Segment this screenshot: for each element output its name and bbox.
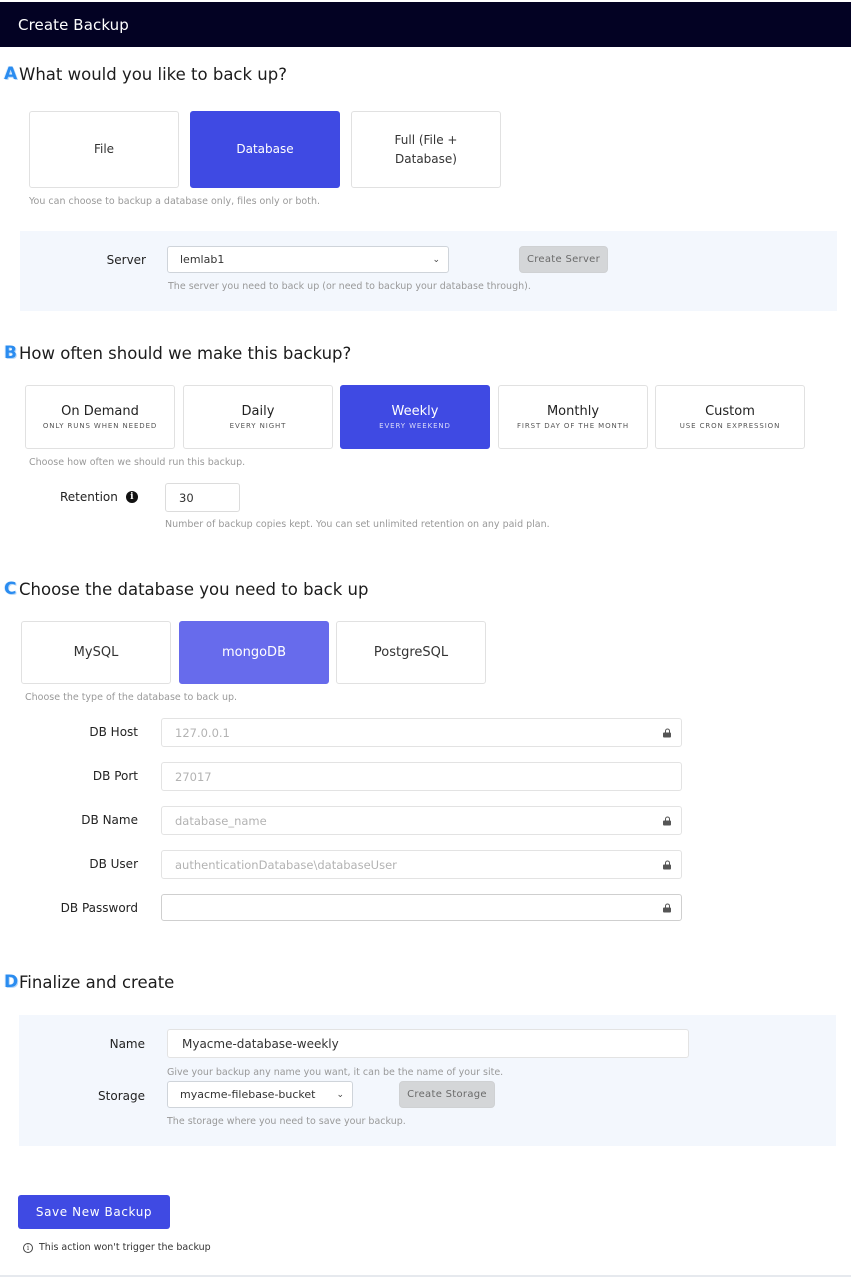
- retention-help: Number of backup copies kept. You can se…: [165, 519, 550, 530]
- db-port-label: DB Port: [92, 769, 138, 783]
- frequency-monthly-sub: FIRST DAY OF THE MONTH: [517, 422, 629, 430]
- db-type-mysql-label: MySQL: [73, 645, 119, 660]
- backup-type-full[interactable]: Full (File + Database): [351, 111, 501, 188]
- section-d-badge: D: [4, 972, 19, 992]
- frequency-weekly[interactable]: Weekly EVERY WEEKEND: [340, 385, 490, 449]
- section-a-badge: A: [4, 64, 18, 84]
- section-c-title: C Choose the database you need to back u…: [4, 579, 368, 599]
- frequency-daily[interactable]: Daily EVERY NIGHT: [183, 385, 333, 449]
- section-d-heading: Finalize and create: [19, 972, 175, 992]
- frequency-daily-label: Daily: [241, 404, 275, 419]
- backup-name-input[interactable]: Myacme-database-weekly: [167, 1029, 689, 1058]
- frequency-custom[interactable]: Custom USE CRON EXPRESSION: [655, 385, 805, 449]
- frequency-on-demand-label: On Demand: [61, 404, 139, 419]
- backup-name-value: Myacme-database-weekly: [182, 1036, 339, 1051]
- frequency-custom-sub: USE CRON EXPRESSION: [679, 422, 781, 430]
- storage-select-value: myacme-filebase-bucket: [180, 1088, 316, 1101]
- action-note-text: This action won't trigger the backup: [39, 1242, 211, 1253]
- section-a-title: A What would you like to back up?: [4, 64, 287, 84]
- db-user-placeholder: authenticationDatabase\databaseUser: [175, 857, 397, 872]
- db-password-input[interactable]: [161, 894, 682, 921]
- db-type-mongodb-label: mongoDB: [222, 645, 286, 660]
- save-new-backup-button[interactable]: Save New Backup: [18, 1195, 170, 1229]
- section-d-title: D Finalize and create: [4, 972, 174, 992]
- frequency-monthly[interactable]: Monthly FIRST DAY OF THE MONTH: [498, 385, 648, 449]
- lock-icon: [663, 860, 671, 869]
- db-type-postgresql-label: PostgreSQL: [373, 645, 449, 660]
- section-a-heading: What would you like to back up?: [19, 64, 287, 84]
- storage-label: Storage: [98, 1089, 145, 1103]
- lock-icon: [663, 816, 671, 825]
- server-label: Server: [106, 253, 146, 267]
- frequency-weekly-label: Weekly: [391, 404, 439, 419]
- page-title: Create Backup: [18, 16, 129, 34]
- backup-type-help: You can choose to backup a database only…: [29, 196, 321, 207]
- server-select[interactable]: lemlab1 ⌄: [167, 246, 449, 273]
- backup-type-database-label: Database: [236, 142, 294, 156]
- info-circle-icon: i: [23, 1242, 33, 1253]
- db-password-label: DB Password: [60, 901, 138, 915]
- retention-label-group: Retention i: [60, 490, 138, 504]
- db-type-mysql[interactable]: MySQL: [21, 621, 171, 684]
- db-port-placeholder: 27017: [175, 769, 212, 784]
- db-host-label: DB Host: [89, 725, 138, 739]
- frequency-on-demand-sub: ONLY RUNS WHEN NEEDED: [42, 422, 158, 430]
- frequency-weekly-sub: EVERY WEEKEND: [379, 422, 451, 430]
- name-label: Name: [109, 1037, 145, 1051]
- backup-type-full-label: Full (File + Database): [394, 132, 458, 166]
- frequency-custom-label: Custom: [705, 404, 755, 419]
- lock-icon: [663, 903, 671, 912]
- db-host-placeholder: 127.0.0.1: [175, 725, 230, 740]
- db-user-label: DB User: [89, 857, 138, 871]
- name-help: Give your backup any name you want, it c…: [167, 1067, 504, 1078]
- backup-type-database[interactable]: Database: [190, 111, 340, 188]
- lock-icon: [663, 728, 671, 737]
- action-note: i This action won't trigger the backup: [23, 1242, 211, 1253]
- frequency-daily-sub: EVERY NIGHT: [229, 422, 287, 430]
- frequency-monthly-label: Monthly: [546, 404, 600, 419]
- db-name-placeholder: database_name: [175, 813, 267, 828]
- section-b-heading: How often should we make this backup?: [19, 343, 352, 363]
- retention-value: 30: [179, 490, 194, 505]
- create-server-button[interactable]: Create Server: [519, 246, 608, 273]
- section-c-heading: Choose the database you need to back up: [19, 579, 369, 599]
- section-b-badge: B: [4, 343, 17, 363]
- db-port-input[interactable]: 27017: [161, 762, 682, 791]
- db-name-input[interactable]: database_name: [161, 806, 682, 835]
- retention-label: Retention: [60, 490, 118, 504]
- server-select-value: lemlab1: [180, 253, 225, 266]
- db-type-help: Choose the type of the database to back …: [25, 692, 238, 703]
- retention-input[interactable]: 30: [165, 483, 240, 512]
- page-header: Create Backup: [0, 2, 851, 47]
- section-b-title: B How often should we make this backup?: [4, 343, 351, 363]
- create-storage-button[interactable]: Create Storage: [399, 1081, 495, 1108]
- storage-select[interactable]: myacme-filebase-bucket ⌄: [167, 1081, 353, 1108]
- db-user-input[interactable]: authenticationDatabase\databaseUser: [161, 850, 682, 879]
- db-type-postgresql[interactable]: PostgreSQL: [336, 621, 486, 684]
- server-help: The server you need to back up (or need …: [168, 281, 531, 292]
- frequency-help: Choose how often we should run this back…: [29, 457, 246, 468]
- db-host-input[interactable]: 127.0.0.1: [161, 718, 682, 747]
- info-icon[interactable]: i: [125, 491, 138, 503]
- db-type-mongodb[interactable]: mongoDB: [179, 621, 329, 684]
- backup-type-file-label: File: [93, 142, 115, 156]
- frequency-on-demand[interactable]: On Demand ONLY RUNS WHEN NEEDED: [25, 385, 175, 449]
- storage-help: The storage where you need to save your …: [167, 1116, 406, 1127]
- chevron-down-icon: ⌄: [432, 254, 440, 265]
- section-c-badge: C: [4, 579, 17, 599]
- backup-type-file[interactable]: File: [29, 111, 179, 188]
- db-name-label: DB Name: [81, 813, 138, 827]
- chevron-down-icon: ⌄: [336, 1089, 344, 1100]
